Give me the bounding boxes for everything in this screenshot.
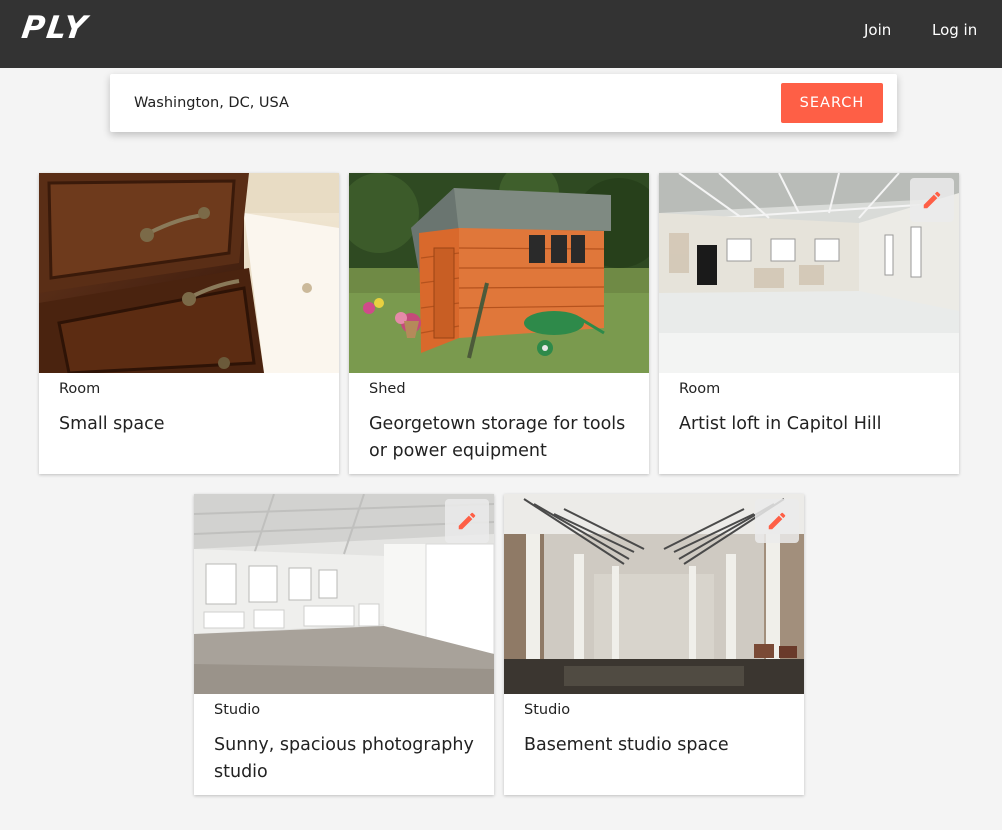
listing-title: Sunny, spacious photography studio [214,735,474,782]
listing-card[interactable]: Studio Basement studio space [504,494,804,795]
listing-card[interactable]: Shed Georgetown storage for tools or pow… [349,173,649,474]
listing-photo [349,173,649,373]
pencil-icon [768,512,786,530]
location-search-input[interactable] [134,89,774,117]
search-bar: SEARCH [110,74,897,132]
edit-listing-button[interactable] [445,499,489,543]
join-link[interactable]: Join [864,21,891,39]
listing-title: Artist loft in Capitol Hill [679,414,882,434]
pencil-icon [923,191,941,209]
listing-type: Studio [214,702,261,718]
listing-title: Small space [59,414,165,434]
ply-logo[interactable]: PLY [19,10,90,46]
search-button[interactable]: SEARCH [781,83,883,123]
listing-photo [39,173,339,373]
listing-type: Room [59,381,101,397]
listing-type: Room [679,381,721,397]
login-link[interactable]: Log in [932,21,977,39]
edit-listing-button[interactable] [755,499,799,543]
pencil-icon [458,512,476,530]
top-navbar: PLY Join Log in [0,0,1002,68]
listing-card[interactable]: Room Small space [39,173,339,474]
listing-type: Shed [369,381,406,397]
listing-type: Studio [524,702,571,718]
listing-card[interactable]: Studio Sunny, spacious photography studi… [194,494,494,795]
edit-listing-button[interactable] [910,178,954,222]
listing-title: Basement studio space [524,735,729,755]
listing-card[interactable]: Room Artist loft in Capitol Hill [659,173,959,474]
listing-title: Georgetown storage for tools or power eq… [369,414,626,461]
